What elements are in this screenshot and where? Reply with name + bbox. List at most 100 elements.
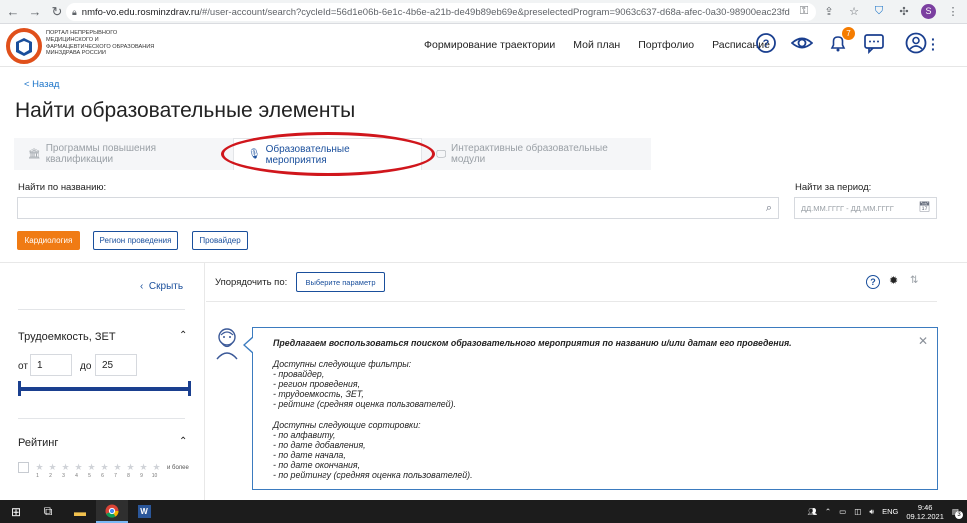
- star-icon[interactable]: ★: [125, 462, 136, 473]
- logo-text: Портал непрерывного медицинского и фарма…: [46, 30, 155, 57]
- hide-label: Скрыть: [148, 281, 184, 292]
- info-sort-item: - по алфавиту,: [273, 430, 336, 440]
- period-label: Найти за период:: [795, 182, 872, 193]
- chip-cardiology[interactable]: Кардиология: [17, 231, 80, 250]
- user-account-icon[interactable]: [905, 32, 927, 54]
- chip-region[interactable]: Регион проведения: [93, 231, 178, 250]
- hide-sidebar-link[interactable]: ‹ Скрыть: [140, 281, 183, 292]
- windows-start-icon[interactable]: ⊞: [0, 500, 32, 523]
- site-header: Портал непрерывного медицинского и фарма…: [0, 24, 967, 67]
- portal-logo[interactable]: [6, 28, 42, 64]
- building-icon: 🏛︎: [28, 148, 41, 160]
- url-path: /#/user-account/search?cycleId=56d1e06b-…: [199, 6, 790, 18]
- clock[interactable]: 9:46 09.12.2021: [906, 503, 944, 521]
- key-icon[interactable]: ⚿: [796, 3, 812, 19]
- labor-to-input[interactable]: 25: [95, 354, 137, 376]
- sort-parameter-button[interactable]: Выберите параметр: [296, 272, 385, 292]
- star-icon[interactable]: ★: [112, 462, 123, 473]
- task-view-icon[interactable]: ⧉: [32, 500, 64, 523]
- action-center-icon[interactable]: ▤3: [952, 507, 963, 519]
- rating-number: 5: [88, 473, 91, 479]
- address-bar[interactable]: 🔒︎ nmfo-vo.edu.rosminzdrav.ru /#/user-ac…: [66, 3, 816, 21]
- chip-provider[interactable]: Провайдер: [192, 231, 248, 250]
- bookmark-star-icon[interactable]: ☆: [846, 3, 862, 19]
- back-arrow-icon[interactable]: ←: [4, 3, 22, 21]
- nav-trajectory[interactable]: Формирование траектории: [424, 39, 555, 51]
- star-icon[interactable]: ★: [86, 462, 97, 473]
- top-nav: Формирование траектории Мой план Портфол…: [424, 39, 770, 51]
- rating-selector[interactable]: ★ ★ ★ ★ ★ ★ ★ ★ ★ ★ и более: [18, 462, 189, 473]
- star-icon[interactable]: ★: [73, 462, 84, 473]
- info-filter-item: - трудоемкость, ЗЕТ,: [273, 389, 364, 399]
- separator: [18, 418, 185, 419]
- help-icon[interactable]: ?: [866, 275, 880, 289]
- eye-icon[interactable]: [791, 32, 813, 54]
- rating-number: 3: [62, 473, 65, 479]
- shield-extension-icon[interactable]: ⛉: [871, 3, 887, 19]
- monitor-icon: 🖵︎: [436, 148, 446, 160]
- star-icon[interactable]: ★: [47, 462, 58, 473]
- chrome-logo: [105, 504, 119, 518]
- rating-number: 8: [127, 473, 130, 479]
- chevron-left-icon: ‹: [140, 281, 144, 292]
- word-icon[interactable]: W: [128, 500, 160, 523]
- star-icon[interactable]: ★: [151, 462, 162, 473]
- slider-handle-min[interactable]: [18, 381, 21, 396]
- info-filter-item: - регион проведения,: [273, 379, 361, 389]
- forward-arrow-icon[interactable]: →: [26, 3, 44, 21]
- back-link[interactable]: < Назад: [24, 79, 59, 90]
- tab-label: Интерактивные образовательные модули: [451, 143, 608, 165]
- notifications-bell[interactable]: 7: [827, 27, 855, 54]
- rating-number: 4: [75, 473, 78, 479]
- browser-menu-icon[interactable]: ⋮: [945, 3, 961, 19]
- labor-range-slider[interactable]: [19, 387, 191, 391]
- star-icon[interactable]: ★: [99, 462, 110, 473]
- language-indicator[interactable]: ENG: [882, 507, 898, 516]
- system-tray: 👥︎ ⌃ ▭ ◫ 🔊︎ ENG 9:46 09.12.2021 ▤3: [807, 500, 967, 523]
- chat-icon[interactable]: [863, 32, 885, 54]
- star-icon[interactable]: ★: [60, 462, 71, 473]
- rating-number: 6: [101, 473, 104, 479]
- info-filter-item: - провайдер,: [273, 369, 325, 379]
- sort-direction-icon[interactable]: ⇅: [910, 275, 918, 286]
- rating-numbers: 1 2 3 4 5 6 7 8 9 10: [32, 473, 160, 479]
- search-icon[interactable]: ⌕: [766, 202, 772, 215]
- share-icon[interactable]: ⇪: [821, 3, 837, 19]
- name-search-input[interactable]: ⌕: [17, 197, 779, 219]
- page-title: Найти образовательные элементы: [15, 99, 356, 122]
- slider-handle-max[interactable]: [188, 381, 191, 396]
- nav-portfolio[interactable]: Портфолио: [638, 39, 694, 51]
- battery-icon[interactable]: ▭: [839, 507, 846, 516]
- rating-checkbox[interactable]: [18, 462, 29, 473]
- rating-more-label: и более: [167, 464, 189, 471]
- more-menu-icon[interactable]: · · ·: [931, 32, 936, 56]
- labor-from-input[interactable]: 1: [30, 354, 72, 376]
- network-icon[interactable]: ◫: [854, 507, 861, 516]
- star-icon[interactable]: ★: [34, 462, 45, 473]
- chevron-up-icon[interactable]: ⌃: [179, 436, 187, 447]
- file-explorer-icon[interactable]: ▬: [64, 500, 96, 523]
- to-label: до: [80, 361, 92, 372]
- info-sort-item: - по дате добавления,: [273, 440, 366, 450]
- chevron-up-icon[interactable]: ⌃: [179, 330, 187, 341]
- profile-avatar[interactable]: S: [921, 3, 936, 19]
- volume-icon[interactable]: 🔊︎: [869, 507, 874, 517]
- people-icon[interactable]: 👥︎: [807, 507, 817, 516]
- star-icon[interactable]: ★: [138, 462, 149, 473]
- reload-icon[interactable]: ↻: [48, 3, 66, 21]
- info-sort-item: - по дате окончания,: [273, 460, 361, 470]
- extensions-puzzle-icon[interactable]: ✣: [896, 3, 912, 19]
- advisor-icon: [216, 328, 238, 360]
- calendar-icon[interactable]: 📅︎: [918, 202, 931, 213]
- close-icon[interactable]: ✕: [918, 334, 928, 348]
- rating-number: 10: [151, 473, 158, 479]
- help-icon[interactable]: ?: [755, 32, 777, 54]
- tab-programs[interactable]: 🏛︎ Программы повышения квалификации: [14, 138, 233, 170]
- nav-my-plan[interactable]: Мой план: [573, 39, 620, 51]
- period-input[interactable]: ДД.ММ.ГГГГ - ДД.ММ.ГГГГ 📅︎: [794, 197, 937, 219]
- tray-chevron-icon[interactable]: ⌃: [825, 507, 831, 516]
- browser-toolbar: ← → ↻ 🔒︎ nmfo-vo.edu.rosminzdrav.ru /#/u…: [0, 0, 967, 24]
- gear-icon[interactable]: ✹: [889, 274, 898, 287]
- tab-interactive-modules[interactable]: 🖵︎ Интерактивные образовательные модули: [422, 138, 651, 170]
- chrome-icon[interactable]: [96, 500, 128, 523]
